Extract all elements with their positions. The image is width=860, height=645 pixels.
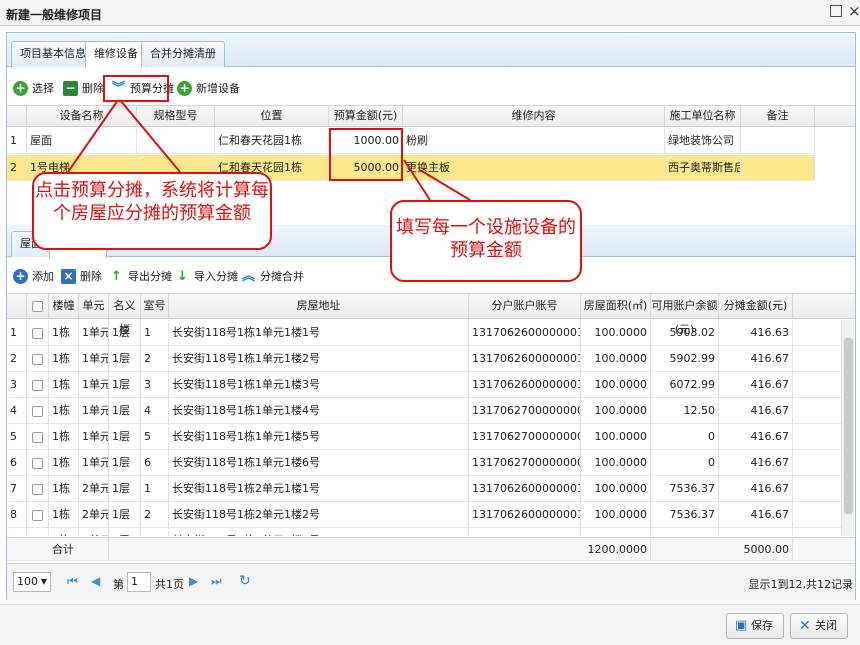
dialog-footer: ▣ 保存 ✕ 关闭 xyxy=(0,604,860,645)
close-button[interactable]: ✕ 关闭 xyxy=(790,613,848,639)
save-label: 保存 xyxy=(751,619,773,632)
x-icon: ✕ xyxy=(799,618,811,634)
annotation-arrows xyxy=(67,99,471,201)
arrow-line-right-1 xyxy=(403,159,431,201)
floppy-icon: ▣ xyxy=(735,618,748,633)
arrow-line-left-2 xyxy=(119,99,181,173)
save-button[interactable]: ▣ 保存 xyxy=(726,613,784,639)
close-label: 关闭 xyxy=(815,619,837,632)
arrow-line-left-1 xyxy=(67,99,119,173)
